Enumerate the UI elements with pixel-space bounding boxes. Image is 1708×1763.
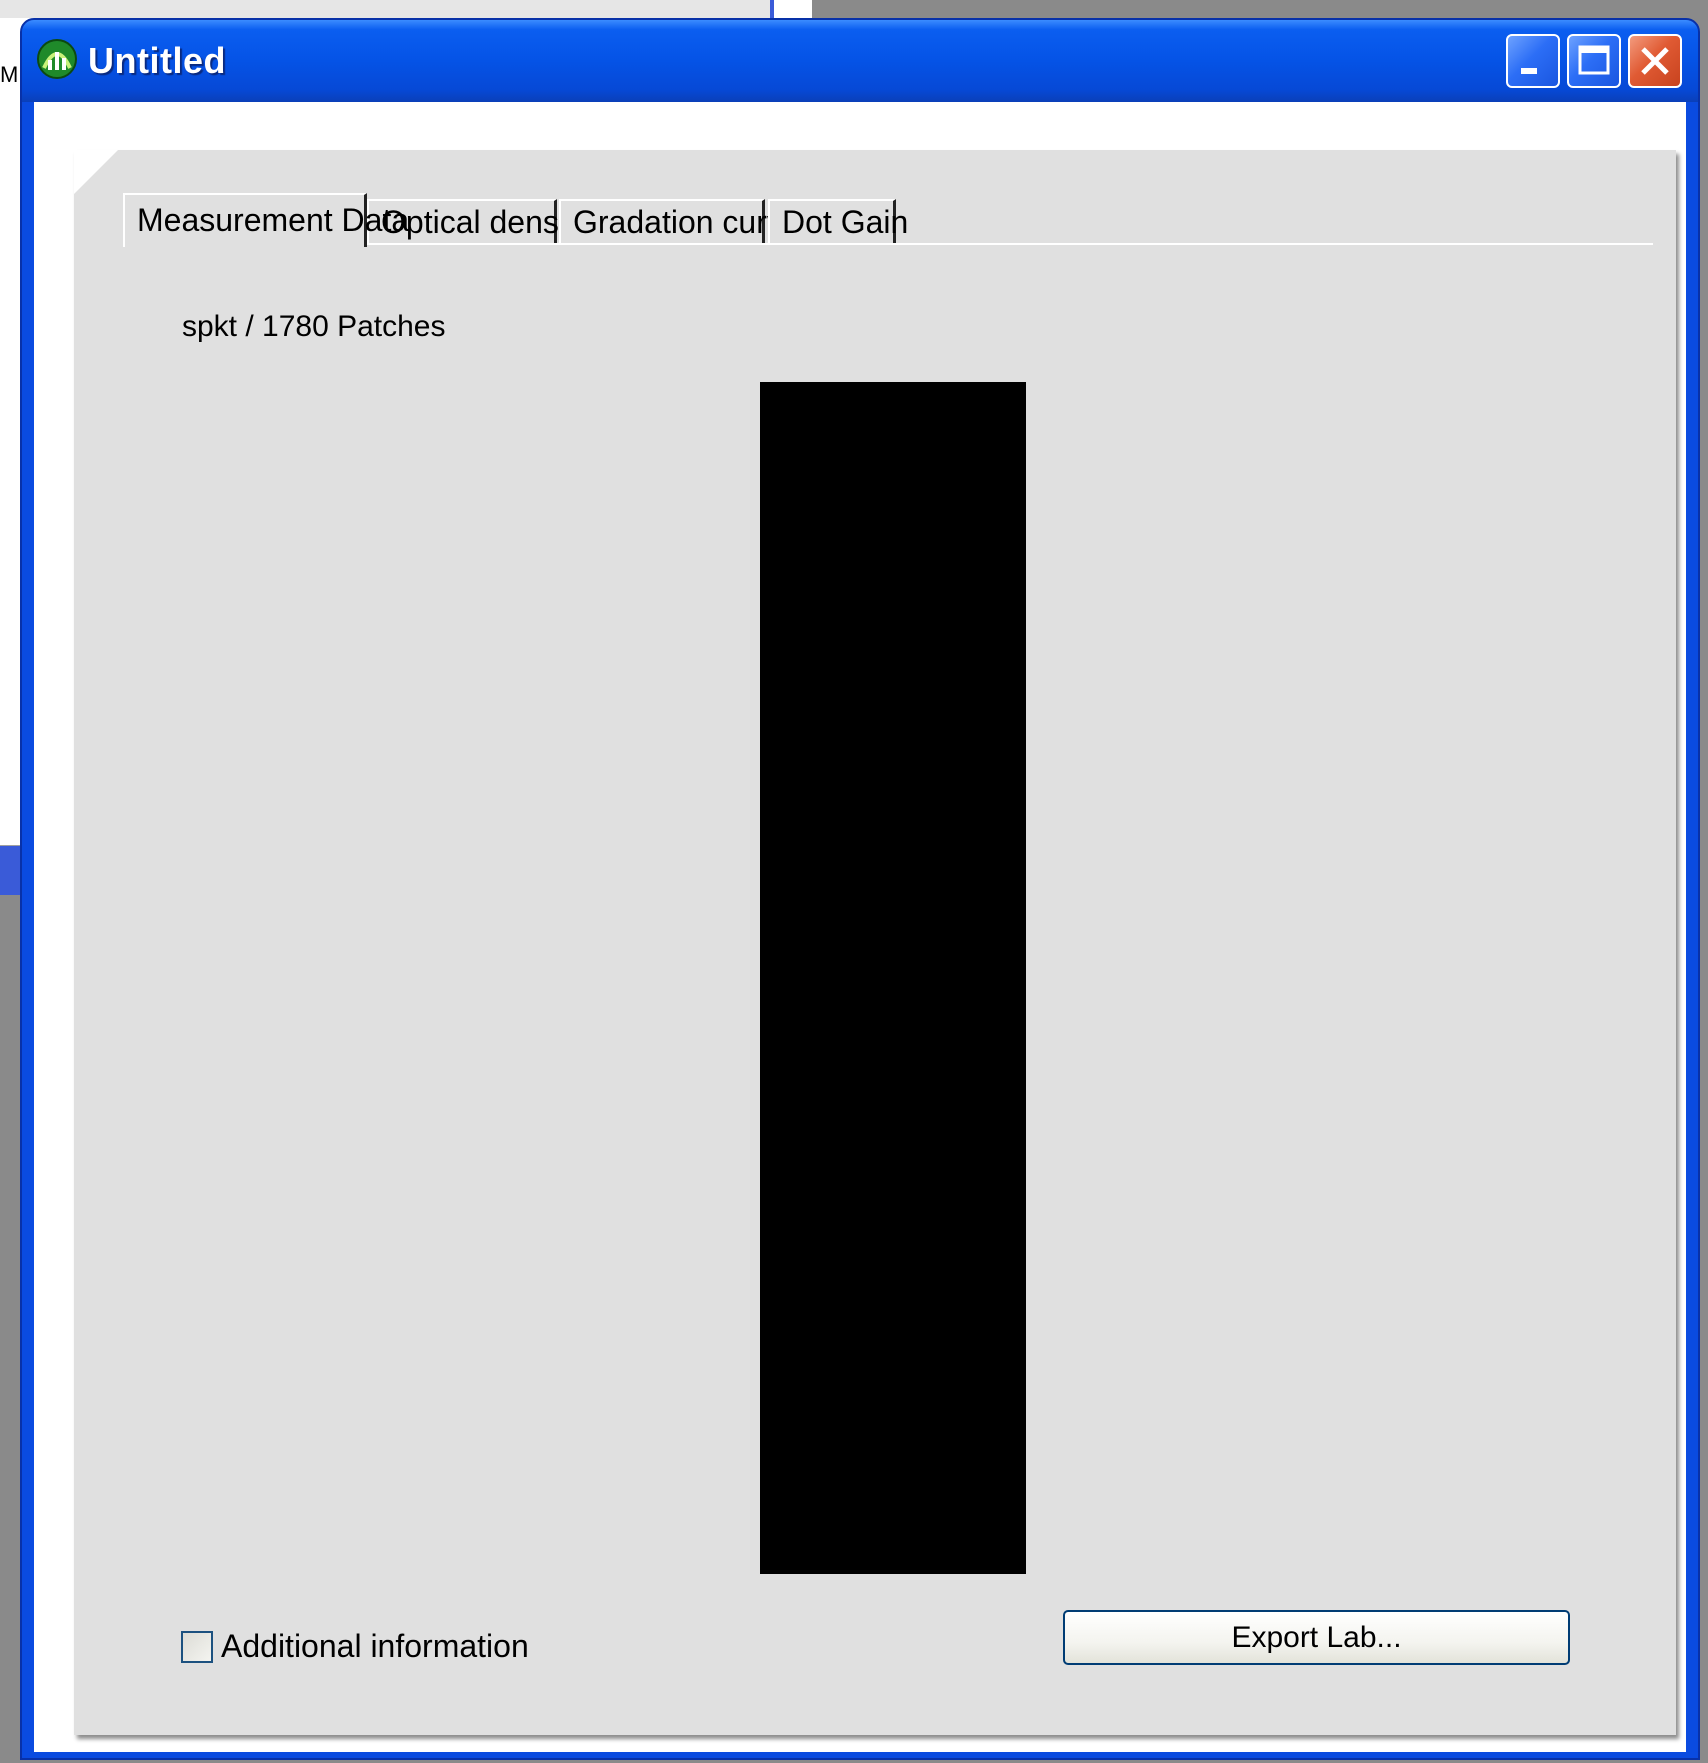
tab-dot-gain[interactable]: Dot Gain: [768, 199, 908, 245]
background-window-strip: [0, 0, 800, 18]
export-lab-button[interactable]: Export Lab...: [1063, 1610, 1570, 1665]
tab-measurement-data[interactable]: Measurement Data: [123, 193, 409, 247]
desktop: M Untitled Measurement Data Optical dens…: [0, 0, 1708, 1763]
patch-color-display: [760, 382, 1026, 1574]
tab-gradation-curve[interactable]: Gradation curve: [559, 199, 801, 245]
additional-information-label: Additional information: [221, 1628, 529, 1664]
app-logo-icon: [37, 39, 77, 79]
title-bar[interactable]: Untitled: [22, 20, 1698, 102]
panel-corner: [74, 150, 118, 194]
close-icon: [1641, 47, 1669, 75]
main-window: Untitled Measurement Data Optical densit…: [20, 18, 1700, 1760]
window-title: Untitled: [88, 40, 226, 81]
patch-count-label: spkt / 1780 Patches: [182, 310, 446, 343]
maximize-icon: [1578, 45, 1610, 75]
window-client-area: Measurement Data Optical density Gradati…: [34, 102, 1686, 1752]
background-window-text: M: [0, 60, 22, 90]
minimize-icon: [1521, 68, 1537, 74]
tab-panel: Measurement Data Optical density Gradati…: [74, 150, 1676, 1735]
maximize-button[interactable]: [1567, 34, 1621, 88]
additional-information-option[interactable]: Additional information: [181, 1628, 529, 1665]
background-window-corner: [770, 0, 812, 20]
additional-information-checkbox[interactable]: [181, 1630, 213, 1663]
minimize-button[interactable]: [1506, 34, 1560, 88]
close-button[interactable]: [1628, 34, 1682, 88]
